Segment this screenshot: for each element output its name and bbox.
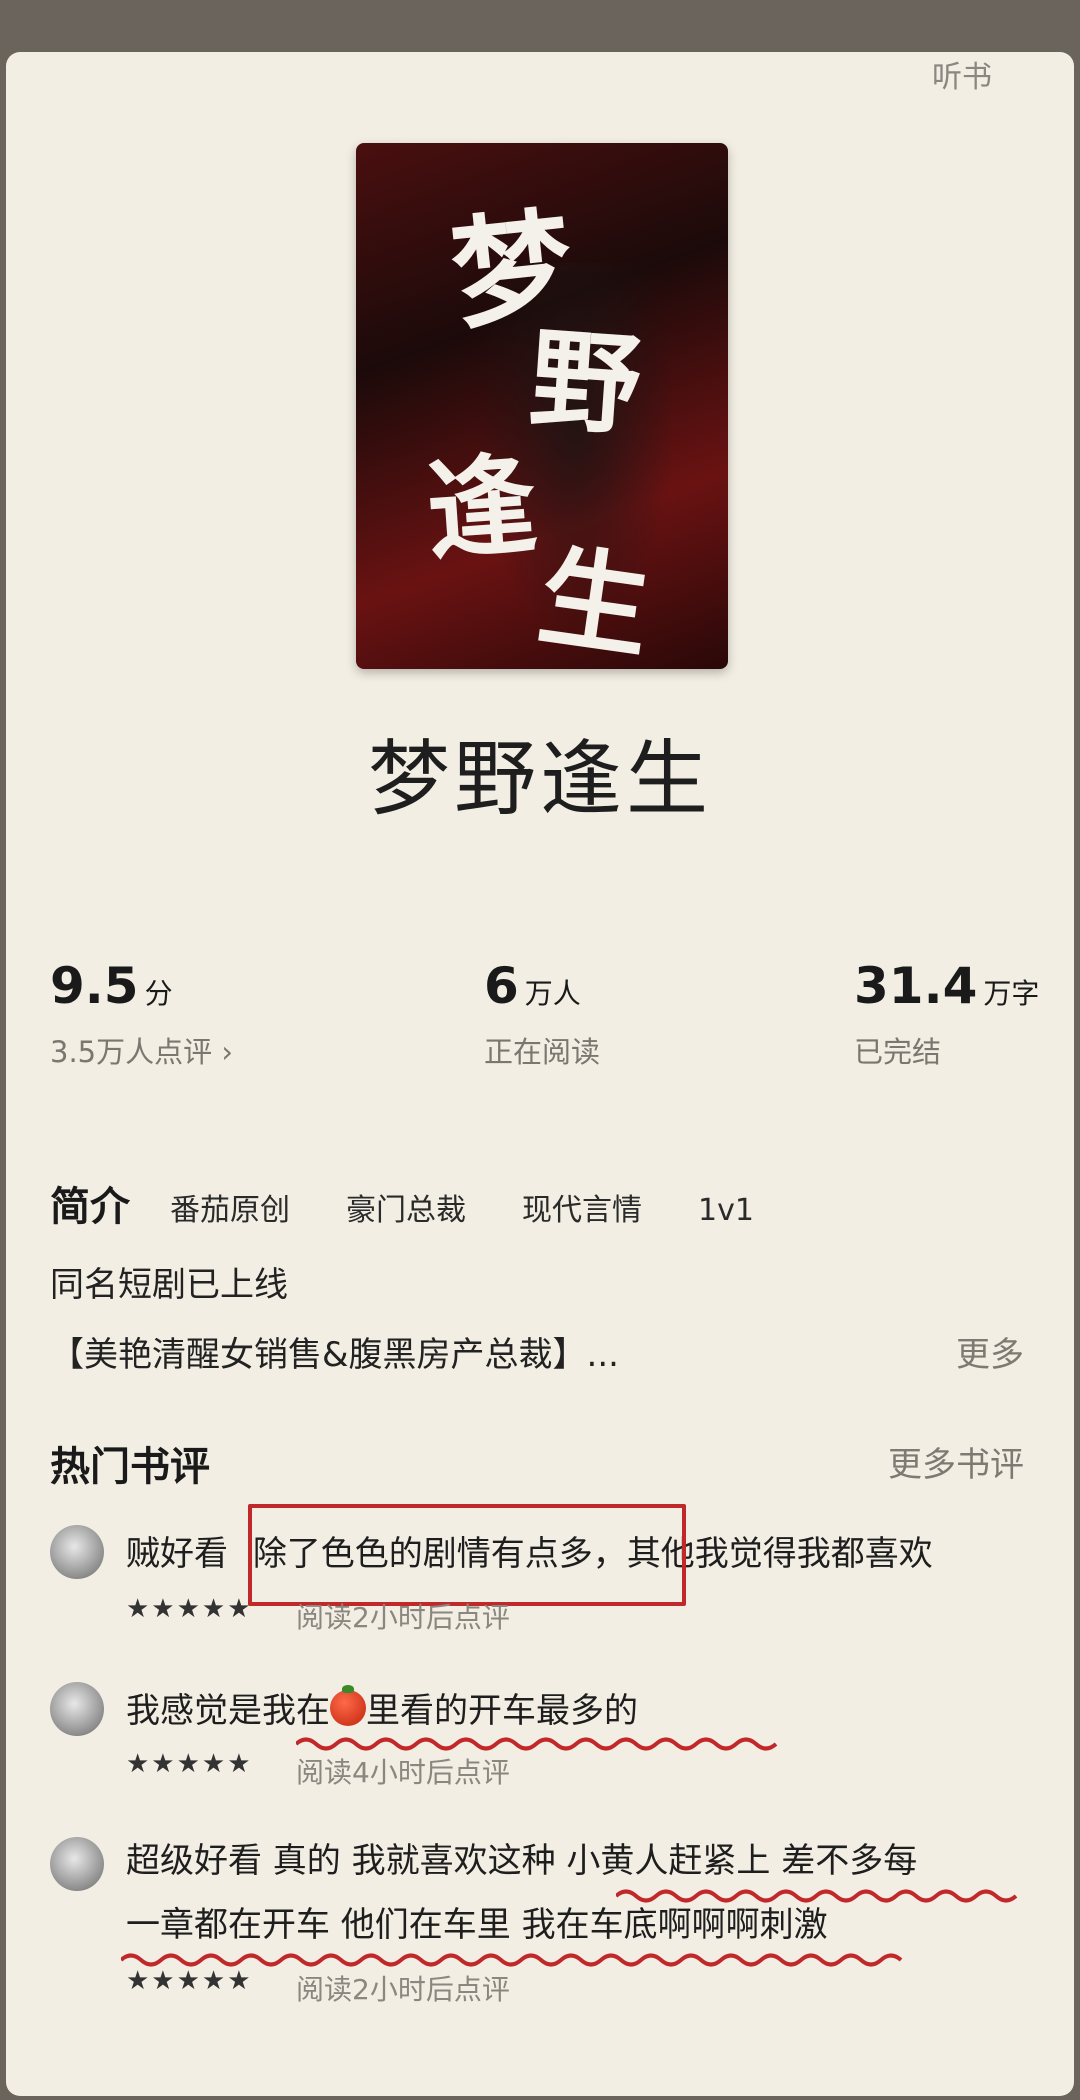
star-rating: ★★★★★ (126, 1594, 253, 1624)
intro-header: 简介 番茄原创 豪门总裁 现代言情 1v1 (50, 1174, 810, 1232)
tag-label[interactable]: 番茄原创 (170, 1185, 290, 1229)
readers-label: 正在阅读 (484, 1035, 601, 1069)
cover-title-char: 逢 (422, 439, 542, 576)
rating-stat[interactable]: 9.5 分 3.5万人点评 › (50, 957, 233, 1071)
tag-label[interactable]: 现代言情 (522, 1185, 642, 1229)
review-text-part: 贼好看 (126, 1534, 239, 1574)
star-rating: ★★★★★ (126, 1749, 253, 1779)
review-meta: 阅读2小时后点评 (296, 1973, 510, 2006)
review-text-part: 我感觉是我在 (126, 1691, 330, 1731)
intro-text-line: 同名短剧已上线 (50, 1265, 288, 1305)
book-cover[interactable]: 梦 野 逢 生 (356, 143, 728, 669)
words-stat: 31.4 万字 已完结 (854, 957, 1039, 1071)
intro-more-link[interactable]: 更多 (956, 1327, 1024, 1376)
review-meta: 阅读4小时后点评 (296, 1756, 510, 1789)
rating-count-link[interactable]: 3.5万人点评 › (50, 1029, 233, 1071)
words-unit: 万字 (983, 977, 1040, 1010)
intro-text-line: 【美艳清醒女销售&腹黑房产总裁】... (50, 1335, 619, 1375)
tag-label[interactable]: 豪门总裁 (346, 1185, 466, 1229)
book-title: 梦野逢生 (367, 732, 712, 827)
star-rating: ★★★★★ (126, 1966, 253, 1996)
readers-stat: 6 万人 正在阅读 (484, 957, 600, 1071)
intro-heading: 简介 (50, 1184, 130, 1230)
status-bar-area (0, 0, 1080, 52)
tag-label[interactable]: 1v1 (698, 1193, 754, 1228)
book-detail-card: 听书 梦 野 逢 生 梦野逢生 9.5 分 3.5万人点评 › 6 万人 正在阅读 … (6, 52, 1074, 2096)
tomato-icon (330, 1685, 366, 1726)
review-text: 我感觉是我在 里看的开车最多的 (126, 1679, 638, 1743)
more-reviews-link[interactable]: 更多书评 (888, 1437, 1024, 1486)
rating-unit: 分 (144, 977, 173, 1010)
listen-book-button[interactable]: 听书 (932, 52, 992, 96)
readers-unit: 万人 (524, 977, 581, 1010)
cover-title-char: 野 (525, 314, 645, 451)
cover-title-char: 生 (531, 530, 659, 669)
hot-reviews-heading: 热门书评 (50, 1444, 210, 1490)
review-text-line: 超级好看 真的 我就喜欢这种 小黄人赶紧上 差不多每 (126, 1841, 918, 1881)
review-text-part: 里看的开车最多的 (366, 1691, 638, 1731)
completion-status: 已完结 (854, 1035, 942, 1069)
words-value: 31.4 (854, 957, 978, 1015)
review-text-line: 一章都在开车 他们在车里 我在车底啊啊啊刺激 (126, 1905, 828, 1945)
avatar[interactable] (50, 1682, 104, 1736)
avatar[interactable] (50, 1525, 104, 1579)
readers-value: 6 (484, 957, 519, 1015)
avatar[interactable] (50, 1837, 104, 1891)
highlight-box (248, 1504, 686, 1606)
rating-value: 9.5 (50, 957, 139, 1015)
review-meta: 阅读2小时后点评 (296, 1601, 510, 1634)
